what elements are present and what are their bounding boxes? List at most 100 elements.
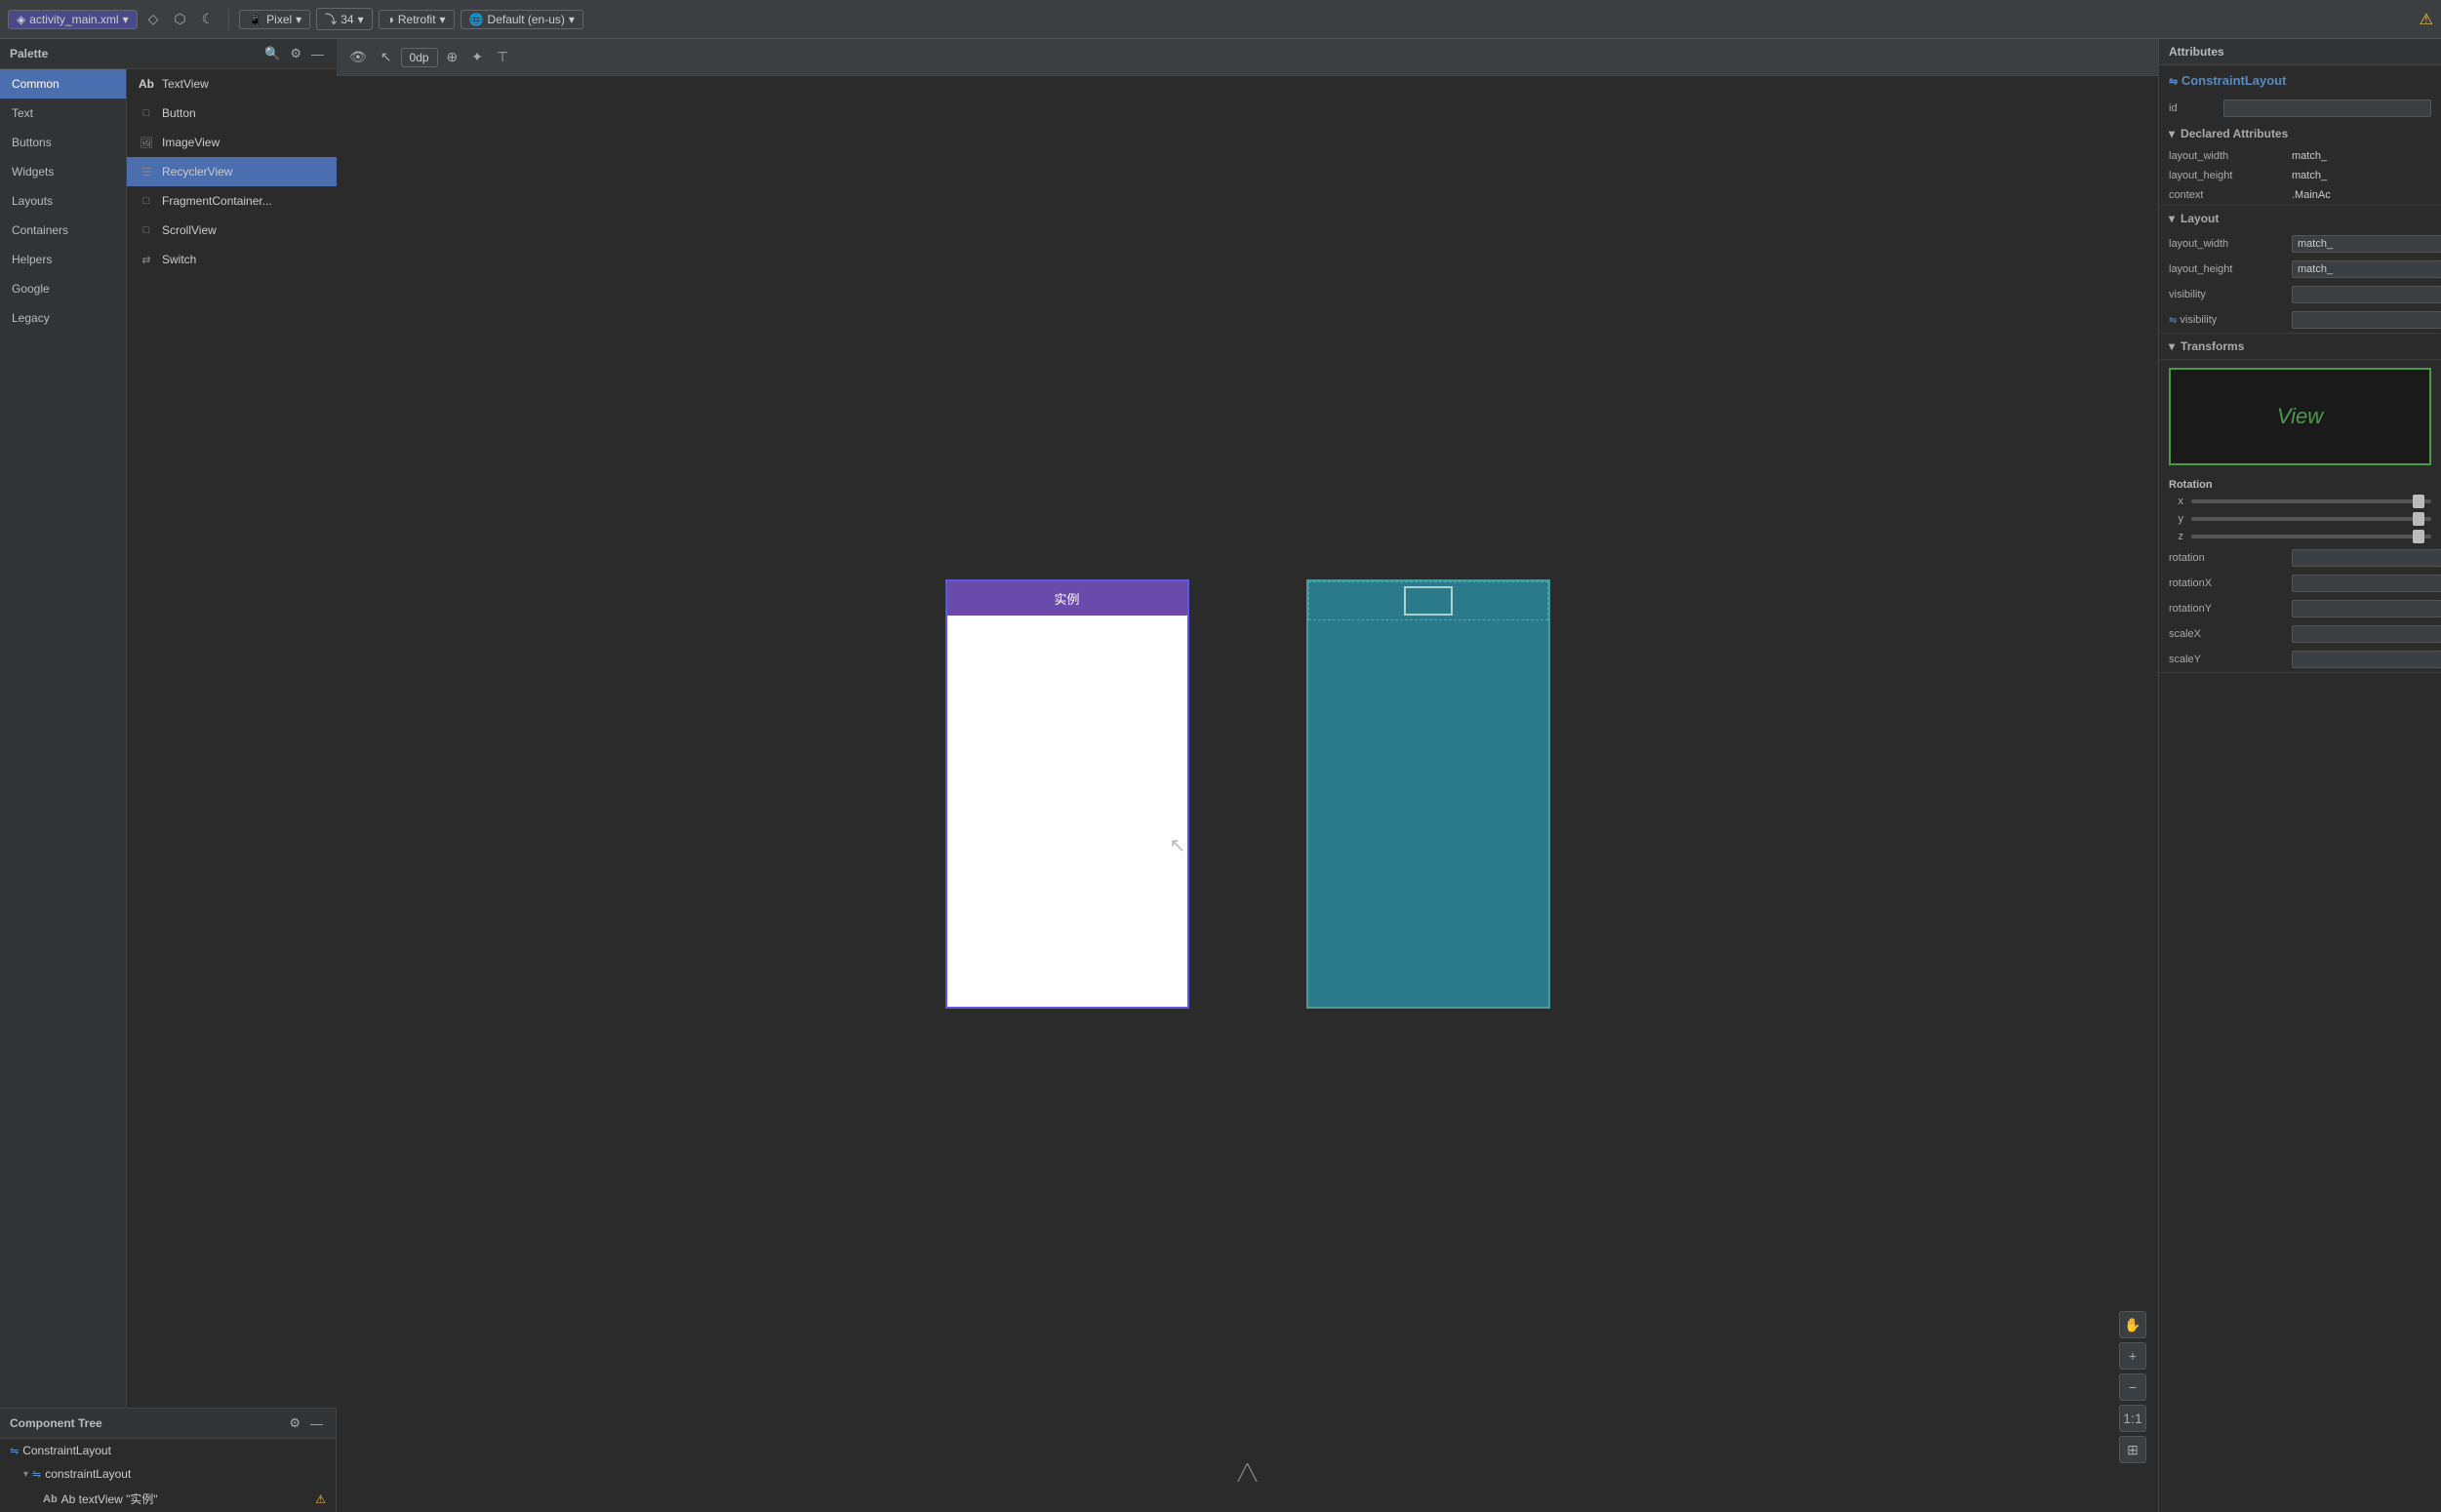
y-slider-thumb[interactable] <box>2413 512 2424 526</box>
api-dropdown[interactable]: ⤵ 34 ▾ <box>316 8 372 30</box>
top-bar: ◈ activity_main.xml ▾ ◇ ⬡ ☾ 📱 Pixel ▾ ⤵ … <box>0 0 2441 39</box>
gear-icon: ⚙ <box>290 46 301 60</box>
z-slider-track[interactable] <box>2191 535 2431 538</box>
x-slider-track[interactable] <box>2191 499 2431 503</box>
design-icon-btn[interactable]: ◇ <box>143 8 164 30</box>
scaley-attr-row: scaleY <box>2159 647 2441 672</box>
zoom-fit-btn[interactable]: 1:1 <box>2119 1405 2146 1432</box>
declared-attr-value-0: match_ <box>2292 150 2327 162</box>
rotation-input[interactable] <box>2292 549 2441 567</box>
canvas-content: 实例 ↖ ✋ + <box>337 76 2158 1512</box>
declared-attrs-header[interactable]: ▾ Declared Attributes <box>2159 121 2441 146</box>
palette-item-scrollview[interactable]: □ ScrollView <box>127 216 337 245</box>
layout-title: Layout <box>2181 212 2219 225</box>
scalex-input[interactable] <box>2292 625 2441 643</box>
canvas-connect-btn[interactable]: ✦ <box>466 46 488 68</box>
recyclerview-icon: ☰ <box>139 164 154 179</box>
device-label: Pixel <box>266 13 292 26</box>
layout-height-input[interactable] <box>2292 260 2441 278</box>
device-dropdown[interactable]: 📱 Pixel ▾ <box>239 10 310 29</box>
x-slider-thumb[interactable] <box>2413 495 2424 508</box>
id-input[interactable] <box>2223 99 2431 117</box>
tree-gear-btn[interactable]: ⚙ <box>286 1414 303 1432</box>
rotation-attr-name: rotation <box>2169 552 2286 564</box>
theme-label: Retrofit <box>398 13 436 26</box>
id-row: id <box>2159 96 2441 121</box>
layout-header[interactable]: ▾ Layout <box>2159 206 2441 231</box>
preview-text: View <box>2277 404 2323 429</box>
dp-display[interactable]: 0dp <box>401 48 438 67</box>
rotationy-input[interactable] <box>2292 600 2441 617</box>
canvas-eye-btn[interactable]: 👁 <box>344 46 372 68</box>
sidebar-item-containers[interactable]: Containers <box>0 216 126 245</box>
sidebar-item-text[interactable]: Text <box>0 99 126 128</box>
canvas-cursor-btn[interactable]: ↖ <box>376 46 397 68</box>
scaley-input[interactable] <box>2292 651 2441 668</box>
sidebar-item-common[interactable]: Common <box>0 69 126 99</box>
textview-icon: Ab <box>139 76 154 92</box>
component-name-display: ⇋ ConstraintLayout <box>2159 65 2441 96</box>
zoom-out-btn[interactable]: − <box>2119 1373 2146 1401</box>
theme-dropdown[interactable]: ◑ Retrofit ▾ <box>379 10 455 29</box>
visibility-input[interactable] <box>2292 286 2441 303</box>
declared-chevron-icon: ▾ <box>2169 127 2175 140</box>
rotation-section: Rotation x y z rotation <box>2159 473 2441 673</box>
layout-chevron-icon: ▾ <box>2169 212 2175 225</box>
palette-gear-btn[interactable]: ⚙ <box>287 45 304 62</box>
sidebar-item-buttons[interactable]: Buttons <box>0 128 126 157</box>
imageview-icon: 🖼 <box>139 135 154 150</box>
visibility2-input[interactable] <box>2292 311 2441 329</box>
api-label: 34 <box>340 13 353 26</box>
placeholder-box <box>1404 586 1453 616</box>
sidebar-item-layouts[interactable]: Layouts <box>0 186 126 216</box>
search-icon: 🔍 <box>264 46 280 60</box>
palette-item-imageview[interactable]: 🖼 ImageView <box>127 128 337 157</box>
phone-frame-dark <box>1306 579 1550 1009</box>
diagonal-indicator: ╱╲ <box>1238 1463 1257 1483</box>
palette-item-textview[interactable]: Ab TextView <box>127 69 337 99</box>
layout-attr-row-0: layout_width <box>2159 231 2441 257</box>
palette-item-button[interactable]: □ Button <box>127 99 337 128</box>
sidebar-item-google[interactable]: Google <box>0 274 126 303</box>
palette-item-switch[interactable]: ⇄ Switch <box>127 245 337 274</box>
palette-item-recyclerview[interactable]: ☰ RecyclerView <box>127 157 337 186</box>
theme-chevron: ▾ <box>440 13 446 26</box>
layout-select-btn[interactable]: ⊞ <box>2119 1436 2146 1463</box>
declared-attr-value-2: .MainAc <box>2292 189 2331 201</box>
textview-label: TextView <box>162 77 209 91</box>
zoom-in-btn[interactable]: + <box>2119 1342 2146 1370</box>
tree-textview-label: Ab textView "实例" <box>61 1491 312 1507</box>
phone-preview-light: 实例 <box>945 579 1189 1009</box>
y-slider-track[interactable] <box>2191 517 2431 521</box>
hand-tool-btn[interactable]: ✋ <box>2119 1311 2146 1338</box>
palette-items-list: Ab TextView □ Button 🖼 ImageView ☰ Recyc… <box>127 69 337 1408</box>
slider-row-z: z <box>2159 528 2441 545</box>
canvas-magnet-btn[interactable]: ⊕ <box>442 46 463 68</box>
palette-item-fragmentcontainer[interactable]: □ FragmentContainer... <box>127 186 337 216</box>
sidebar-item-helpers[interactable]: Helpers <box>0 245 126 274</box>
palette-search-btn[interactable]: 🔍 <box>261 45 283 62</box>
device-chevron: ▾ <box>296 13 301 26</box>
z-slider-thumb[interactable] <box>2413 530 2424 543</box>
device-icon: 📱 <box>248 13 262 26</box>
sidebar-item-legacy-label: Legacy <box>12 311 50 325</box>
blueprint-icon-btn[interactable]: ⬡ <box>169 8 190 30</box>
rotationx-input[interactable] <box>2292 575 2441 592</box>
layout-width-input[interactable] <box>2292 235 2441 253</box>
locale-dropdown[interactable]: 🌐 Default (en-us) ▾ <box>460 10 583 29</box>
tree-item-textview[interactable]: Ab Ab textView "实例" ⚠ <box>0 1486 336 1512</box>
sidebar-item-widgets[interactable]: Widgets <box>0 157 126 186</box>
moon-icon-btn[interactable]: ☾ <box>197 8 220 30</box>
locale-icon: 🌐 <box>469 13 484 26</box>
sidebar-item-legacy[interactable]: Legacy <box>0 303 126 333</box>
tree-collapse-btn[interactable]: — <box>307 1414 326 1432</box>
scalex-attr-row: scaleX <box>2159 621 2441 647</box>
tree-item-constraint[interactable]: ▾ ⇋ constraintLayout <box>0 1462 336 1486</box>
tree-item-root[interactable]: ⇋ ConstraintLayout <box>0 1439 336 1462</box>
api-icon: ⤵ <box>325 11 337 27</box>
transforms-header[interactable]: ▾ Transforms <box>2159 334 2441 359</box>
component-tree-panel: Component Tree ⚙ — ⇋ ConstraintLayout ▾ … <box>0 1408 337 1512</box>
file-dropdown[interactable]: ◈ activity_main.xml ▾ <box>8 10 138 29</box>
canvas-align-btn[interactable]: ⊤ <box>492 46 513 68</box>
palette-collapse-btn[interactable]: — <box>308 45 327 62</box>
